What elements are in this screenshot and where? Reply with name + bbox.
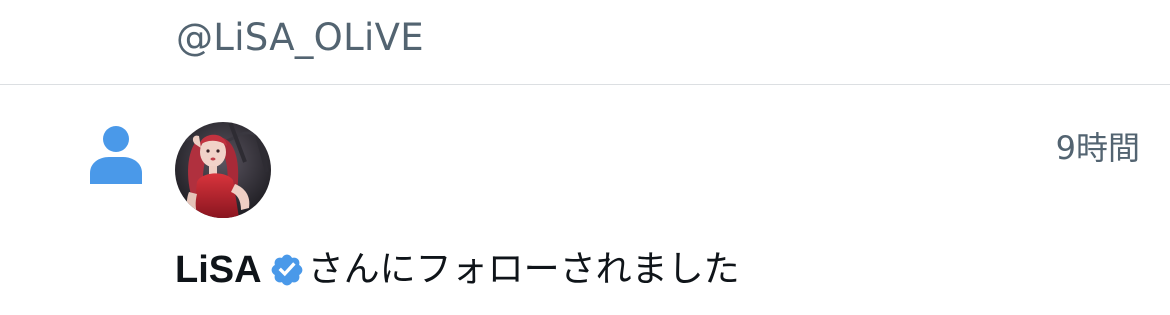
notification-timestamp: 9時間 bbox=[1055, 129, 1140, 167]
notification-message: LiSA さんにフォローされました bbox=[175, 244, 740, 296]
follow-message-text: さんにフォローされました bbox=[307, 249, 740, 290]
previous-item-handle[interactable]: @LiSA_OLiVE bbox=[176, 14, 424, 62]
user-name-link[interactable]: LiSA bbox=[175, 244, 262, 296]
verified-badge-icon bbox=[271, 254, 302, 286]
user-avatar[interactable] bbox=[175, 122, 271, 218]
person-follow-icon bbox=[90, 126, 142, 184]
